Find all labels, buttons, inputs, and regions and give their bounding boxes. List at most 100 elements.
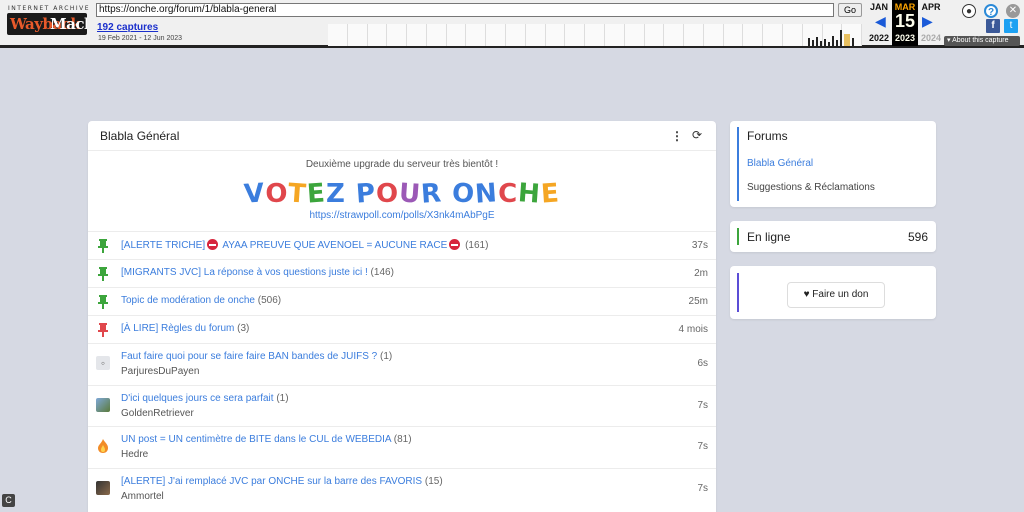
topic-author[interactable]: Hedre bbox=[121, 449, 148, 460]
more-options-icon[interactable]: ⋮ bbox=[671, 129, 683, 143]
online-panel: En ligne 596 bbox=[730, 221, 936, 252]
vote-letter: Z bbox=[325, 179, 346, 209]
forums-panel: Forums Blabla Général Suggestions & Récl… bbox=[730, 121, 936, 207]
refresh-icon[interactable]: ⟳ bbox=[692, 128, 702, 142]
topic-title[interactable]: D'ici quelques jours ce sera parfait (1) bbox=[121, 393, 289, 404]
vote-letter: E bbox=[539, 178, 561, 210]
go-button[interactable]: Go bbox=[838, 3, 862, 17]
topic-row[interactable]: [ALERTE] J'ai remplacé JVC par ONCHE sur… bbox=[88, 467, 716, 510]
vote-letter: C bbox=[498, 179, 519, 209]
help-icon[interactable]: ? bbox=[984, 4, 998, 18]
vote-letter: O bbox=[451, 178, 477, 210]
prev-month[interactable]: JAN bbox=[866, 2, 892, 12]
archive-brand-top: INTERNET ARCHIVE bbox=[8, 5, 91, 12]
reply-count: (146) bbox=[367, 267, 394, 278]
capture-timeline[interactable] bbox=[328, 24, 863, 46]
poll-link[interactable]: https://strawpoll.com/polls/X3nk4mAbPgE bbox=[88, 210, 716, 221]
topic-title-text: D'ici quelques jours ce sera parfait bbox=[121, 392, 274, 404]
reply-count: (81) bbox=[391, 434, 412, 445]
capture-date-range: 19 Feb 2021 - 12 Jun 2023 bbox=[98, 35, 183, 42]
forums-title: Forums bbox=[747, 129, 788, 143]
accent-bar bbox=[737, 273, 739, 312]
facebook-icon[interactable]: f bbox=[986, 19, 1000, 33]
topic-row[interactable]: UN post = UN centimètre de BITE dans le … bbox=[88, 426, 716, 468]
topic-title[interactable]: Topic de modération de onche (506) bbox=[121, 295, 281, 306]
avatar: ◦ bbox=[96, 356, 110, 370]
about-capture-label: About this capture bbox=[952, 37, 1009, 44]
topic-title-text: [ALERTE TRICHE] bbox=[121, 240, 206, 251]
accent-bar bbox=[737, 228, 739, 245]
forum-link-blabla[interactable]: Blabla Général bbox=[747, 158, 813, 169]
topic-title-text: [ALERTE] J'ai remplacé JVC par ONCHE sur… bbox=[121, 475, 423, 487]
close-toolbar-icon[interactable]: ✕ bbox=[1006, 4, 1020, 18]
topic-time: 7s bbox=[697, 399, 708, 411]
topic-row[interactable]: [MIGRANTS JVC] La réponse à vos question… bbox=[88, 259, 716, 287]
topic-title[interactable]: [MIGRANTS JVC] La réponse à vos question… bbox=[121, 267, 394, 278]
topic-author[interactable]: ParjuresDuPayen bbox=[121, 366, 199, 377]
url-input[interactable]: https://onche.org/forum/1/blabla-general bbox=[96, 3, 834, 17]
vote-letter: E bbox=[306, 178, 327, 210]
avatar bbox=[96, 480, 110, 495]
donate-button[interactable]: ♥ Faire un don bbox=[787, 282, 885, 308]
announcement-text: Deuxième upgrade du serveur très bientôt… bbox=[305, 159, 499, 170]
topic-row[interactable]: ◦ Faut faire quoi pour se faire faire BAN… bbox=[88, 343, 716, 385]
topic-title-text: [À LIRE] Règles du forum bbox=[121, 323, 235, 334]
prev-year[interactable]: 2022 bbox=[866, 33, 892, 43]
vote-letter: R bbox=[420, 178, 444, 210]
wayback-toolbar: INTERNET ARCHIVE Wayback Machine https:/… bbox=[0, 0, 1024, 48]
calendar-nav: JAN ◀ 2022 MAR 15 2023 APR ▶ 2024 bbox=[866, 0, 946, 46]
topic-title[interactable]: [ALERTE] J'ai remplacé JVC par ONCHE sur… bbox=[121, 476, 443, 487]
topic-list: [ALERTE TRICHE] AYAA PREUVE QUE AVENOEL … bbox=[88, 231, 716, 509]
topic-time: 7s bbox=[697, 482, 708, 494]
vote-banner[interactable]: VOTEZ POUR ONCHE bbox=[88, 178, 716, 210]
current-year: 2023 bbox=[894, 33, 916, 43]
topic-title[interactable]: Faut faire quoi pour se faire faire BAN … bbox=[121, 351, 392, 362]
reply-count: (3) bbox=[234, 323, 250, 334]
vote-letter: T bbox=[287, 178, 309, 210]
reply-count: (1) bbox=[377, 351, 393, 362]
donate-label: Faire un don bbox=[812, 289, 869, 300]
topic-title[interactable]: [ALERTE TRICHE] AYAA PREUVE QUE AVENOEL … bbox=[121, 239, 488, 251]
vote-letter: U bbox=[398, 178, 423, 210]
pin-icon bbox=[96, 267, 110, 281]
vote-letter: O bbox=[375, 179, 400, 209]
pin-icon bbox=[96, 295, 110, 309]
no-entry-icon bbox=[449, 239, 461, 250]
reply-count: (506) bbox=[254, 295, 282, 306]
next-month[interactable]: APR bbox=[918, 2, 944, 12]
corner-c-icon[interactable]: C bbox=[2, 494, 15, 507]
topic-title-text: Faut faire quoi pour se faire faire BAN … bbox=[121, 351, 378, 362]
reply-count: (1) bbox=[273, 392, 289, 404]
topic-row[interactable]: D'ici quelques jours ce sera parfait (1)… bbox=[88, 384, 716, 427]
about-capture-button[interactable]: ▾ About this capture bbox=[944, 36, 1020, 46]
topic-title-text: AYAA PREUVE QUE AVENOEL = AUCUNE RACE bbox=[220, 240, 448, 251]
current-capture-date: MAR 15 2023 bbox=[892, 0, 918, 46]
topic-author[interactable]: GoldenRetriever bbox=[121, 408, 194, 419]
next-year[interactable]: 2024 bbox=[918, 33, 944, 43]
pin-icon bbox=[96, 239, 110, 253]
accent-bar bbox=[737, 127, 739, 201]
twitter-icon[interactable]: t bbox=[1004, 19, 1018, 33]
topic-author[interactable]: Ammortel bbox=[121, 491, 164, 502]
topic-time: 4 mois bbox=[678, 324, 708, 335]
no-entry-icon bbox=[207, 239, 219, 250]
topic-time: 2m bbox=[694, 268, 708, 279]
user-account-icon[interactable]: ● bbox=[962, 4, 976, 18]
topic-row[interactable]: Topic de modération de onche (506) 25m bbox=[88, 287, 716, 315]
avatar bbox=[96, 397, 110, 412]
wayback-logo[interactable]: Wayback Machine bbox=[7, 13, 87, 35]
vote-letter: P bbox=[354, 178, 377, 210]
prev-capture-arrow-icon[interactable]: ◀ bbox=[875, 13, 886, 30]
topic-time: 37s bbox=[691, 240, 708, 251]
topic-row[interactable]: [ALERTE TRICHE] AYAA PREUVE QUE AVENOEL … bbox=[88, 231, 716, 259]
donate-panel: ♥ Faire un don bbox=[730, 266, 936, 319]
vote-letter: O bbox=[265, 179, 289, 209]
topic-title[interactable]: UN post = UN centimètre de BITE dans le … bbox=[121, 434, 412, 445]
topic-title[interactable]: [À LIRE] Règles du forum (3) bbox=[121, 323, 249, 334]
next-capture-arrow-icon[interactable]: ▶ bbox=[922, 13, 933, 30]
topic-title-text: Topic de modération de onche bbox=[121, 295, 255, 306]
captures-link[interactable]: 192 captures bbox=[97, 22, 158, 33]
topic-row[interactable]: [À LIRE] Règles du forum (3) 4 mois bbox=[88, 315, 716, 343]
fire-icon bbox=[96, 439, 110, 453]
forum-link-suggestions[interactable]: Suggestions & Réclamations bbox=[747, 182, 875, 193]
